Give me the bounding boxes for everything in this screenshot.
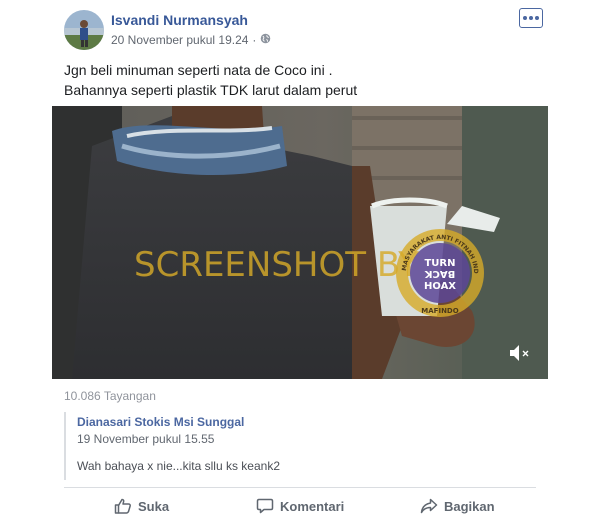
thumbs-up-icon bbox=[114, 498, 131, 514]
comment: Dianasari Stokis Msi Sunggal 19 November… bbox=[64, 412, 524, 480]
badge-center-line: HOAX bbox=[424, 281, 456, 292]
globe-icon[interactable] bbox=[260, 33, 271, 47]
ellipsis-dot bbox=[529, 16, 533, 20]
post-text-line: Jgn beli minuman seperti nata de Coco in… bbox=[64, 62, 333, 78]
comment-label: Komentari bbox=[280, 498, 345, 514]
ellipsis-icon bbox=[523, 16, 527, 20]
like-label: Suka bbox=[138, 498, 170, 514]
post-timestamp-link[interactable]: 20 November pukul 19.24 bbox=[111, 33, 248, 47]
comment-timestamp[interactable]: 19 November pukul 15.55 bbox=[77, 432, 214, 446]
post-text: Jgn beli minuman seperti nata de Coco in… bbox=[64, 60, 357, 100]
more-options-button[interactable] bbox=[519, 8, 543, 28]
comment-text: Wah bahaya x nie...kita sllu ks keank2 bbox=[77, 459, 280, 473]
speech-bubble-icon bbox=[256, 498, 274, 514]
ellipsis-dot bbox=[535, 16, 539, 20]
divider bbox=[64, 487, 536, 488]
view-count[interactable]: 10.086 Tayangan bbox=[64, 389, 156, 403]
turnbackhoax-badge: TURN BACK HOAX MASYARAKAT ANTI FITNAH IN… bbox=[388, 221, 484, 317]
badge-bottom-text: MAFINDO bbox=[421, 307, 458, 315]
badge-center-line: BACK bbox=[424, 268, 456, 279]
avatar[interactable] bbox=[64, 10, 104, 50]
share-label: Bagikan bbox=[444, 498, 495, 514]
meta-separator: · bbox=[252, 33, 257, 47]
comment-author-link[interactable]: Dianasari Stokis Msi Sunggal bbox=[77, 415, 244, 429]
badge-center-line: TURN bbox=[424, 258, 455, 269]
share-arrow-icon bbox=[420, 498, 438, 514]
video-player[interactable]: SCREENSHOT BY TURN BACK HOAX MASYARAKAT … bbox=[52, 106, 548, 379]
post-author-link[interactable]: Isvandi Nurmansyah bbox=[111, 12, 248, 28]
like-button[interactable]: Suka bbox=[114, 490, 169, 522]
share-button[interactable]: Bagikan bbox=[420, 490, 495, 522]
post-text-line: Bahannya seperti plastik TDK larut dalam… bbox=[64, 82, 358, 98]
facebook-post: Isvandi Nurmansyah 20 November pukul 19.… bbox=[0, 0, 600, 523]
comment-button[interactable]: Komentari bbox=[256, 490, 344, 522]
post-meta: 20 November pukul 19.24 · bbox=[111, 33, 271, 47]
action-bar: Suka Komentari Bagikan bbox=[64, 490, 536, 523]
watermark-text: SCREENSHOT BY bbox=[134, 245, 420, 285]
